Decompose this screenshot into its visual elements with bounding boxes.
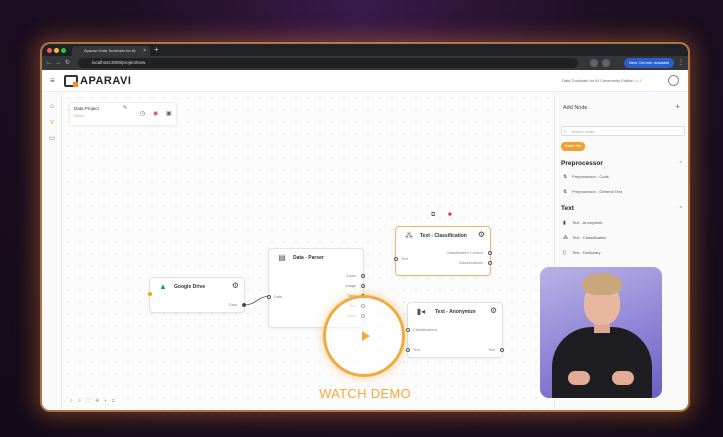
panel-item-preprocessor-code[interactable]: ⇅ Preprocessor - Code (563, 174, 609, 180)
canvas-zoom-controls[interactable]: ⌕ ⌕ ⛶ ✥ ▪ ◻ (70, 398, 117, 404)
maximize-window-dot[interactable] (61, 48, 66, 53)
port-label: Classifications (413, 328, 438, 332)
back-icon[interactable]: ← (46, 59, 52, 67)
pipeline-canvas[interactable]: Data Project Saved ✎ ◷ ◉ ▣ ▲ Google Driv… (62, 92, 554, 410)
node-title: Text - Anonymize (435, 309, 476, 315)
home-icon[interactable]: ⌂ (47, 102, 57, 112)
output-port[interactable] (488, 251, 492, 255)
new-chrome-available-button[interactable]: New Chrome available (624, 58, 675, 68)
profile-icon[interactable] (602, 59, 610, 67)
anonymize-icon: ▮ (563, 220, 566, 226)
dictionary-icon: ▯ (563, 250, 566, 256)
output-port[interactable] (488, 261, 492, 265)
app-header: ≡ APARAVI Data Toolchain for AI Communit… (42, 70, 688, 92)
minimize-window-dot[interactable] (54, 48, 59, 53)
presenter-hair (582, 273, 622, 295)
port-label: Data (228, 303, 237, 307)
pipeline-icon[interactable]: ⋎ (47, 118, 57, 128)
input-port[interactable] (394, 257, 398, 261)
presenter-shirt (552, 327, 652, 398)
panel-item-text-anonymize[interactable]: ▮ Text - Anonymize (563, 220, 602, 226)
menu-icon[interactable]: ≡ (50, 76, 55, 85)
output-port[interactable] (361, 274, 365, 278)
search-node-input[interactable]: ⌕ Search Node (561, 126, 685, 136)
port-label: Data (274, 295, 283, 299)
chevron-up-icon[interactable]: ^ (680, 206, 682, 212)
presenter-video[interactable] (540, 267, 662, 398)
code-icon: ⇅ (563, 174, 568, 180)
browser-tab-title: Aparavi Data Toolchain for AI (84, 48, 136, 53)
forward-icon[interactable]: → (55, 59, 61, 67)
chevron-up-icon[interactable]: ^ (680, 161, 682, 167)
user-avatar[interactable] (668, 75, 679, 86)
port-label: Text (488, 348, 495, 352)
port-label: Classifications (458, 261, 483, 265)
monitor-icon[interactable]: ▭ (47, 134, 57, 144)
classification-icon: ⁂ (405, 231, 413, 240)
search-icon: ⌕ (564, 129, 567, 134)
section-title-preprocessor[interactable]: Preprocessor (561, 160, 603, 167)
input-port[interactable] (406, 328, 410, 332)
aparavi-logo-icon (64, 75, 78, 87)
panel-item-preprocessor-general-text[interactable]: ⇅ Preprocessor - General Text (563, 189, 622, 195)
presenter-hand (568, 371, 590, 385)
edition-label: Data Toolchain for AI Community Edition … (562, 78, 643, 83)
node-title: Google Drive (174, 284, 206, 290)
duplicate-icon[interactable]: ⧉ (431, 212, 435, 219)
gear-icon[interactable]: ⚙ (490, 306, 497, 316)
gear-icon[interactable]: ⚙ (232, 281, 239, 291)
close-tab-icon[interactable]: × (143, 46, 146, 56)
extensions-icon[interactable] (590, 59, 598, 67)
browser-tab-bar: Aparavi Data Toolchain for AI × + (42, 44, 688, 56)
node-title: Data - Parser (293, 255, 324, 261)
section-title-text[interactable]: Text (561, 205, 574, 212)
panel-item-text-dictionary[interactable]: ▯ Text - Dictionary (563, 250, 601, 256)
input-port[interactable] (267, 295, 271, 299)
output-port[interactable] (242, 303, 246, 307)
delete-icon[interactable]: ■ (448, 212, 452, 218)
browser-tab[interactable]: Aparavi Data Toolchain for AI × (72, 46, 150, 56)
port-label: Image (345, 284, 356, 288)
presenter-hand (612, 371, 634, 385)
play-icon (362, 331, 370, 341)
text-split-icon: ⇅ (563, 189, 568, 195)
new-tab-icon[interactable]: + (154, 45, 159, 55)
browser-menu-icon[interactable]: ⋮ (678, 59, 684, 67)
panel-title: Add Node (563, 105, 588, 111)
anonymize-icon: ▮◂ (416, 307, 426, 316)
output-port[interactable] (500, 348, 504, 352)
add-icon[interactable]: + (675, 102, 680, 111)
address-bar[interactable]: localhost:3000/project/new (78, 58, 578, 68)
filter-chip[interactable]: Basic Set (561, 142, 586, 151)
classification-icon: ⁂ (563, 235, 568, 241)
close-window-dot[interactable] (47, 48, 52, 53)
reload-icon[interactable]: ↻ (65, 59, 70, 67)
port-label: Text (401, 257, 408, 261)
port-label: Classification Context (446, 251, 483, 255)
port-label: Text (413, 348, 420, 352)
document-icon: ▤ (278, 253, 286, 262)
port-label: Audio (346, 274, 356, 278)
panel-item-text-classification[interactable]: ⁂ Text - Classification (563, 235, 606, 241)
node-title: Text - Classification (420, 233, 467, 239)
app-logo: APARAVI (80, 75, 132, 87)
url-text: localhost:3000/project/new (92, 60, 146, 65)
source-indicator (148, 292, 152, 296)
left-nav-rail: ⌂ ⋎ ▭ (42, 92, 62, 410)
play-button[interactable] (323, 295, 405, 377)
node-google-drive[interactable]: ▲ Google Drive ⚙ Data (148, 277, 246, 313)
gear-icon[interactable]: ⚙ (478, 230, 485, 240)
node-text-anonymize[interactable]: ▮◂ Text - Anonymize ⚙ Classifications Te… (406, 302, 504, 358)
watch-demo-label[interactable]: WATCH DEMO (300, 386, 430, 401)
node-text-classification[interactable]: ⁂ Text - Classification ⚙ Text Classific… (394, 226, 492, 276)
browser-toolbar: ← → ↻ localhost:3000/project/new New Chr… (42, 56, 688, 70)
input-port[interactable] (406, 348, 410, 352)
search-placeholder: Search Node (571, 129, 595, 134)
google-drive-icon: ▲ (159, 282, 167, 291)
output-port[interactable] (361, 284, 365, 288)
